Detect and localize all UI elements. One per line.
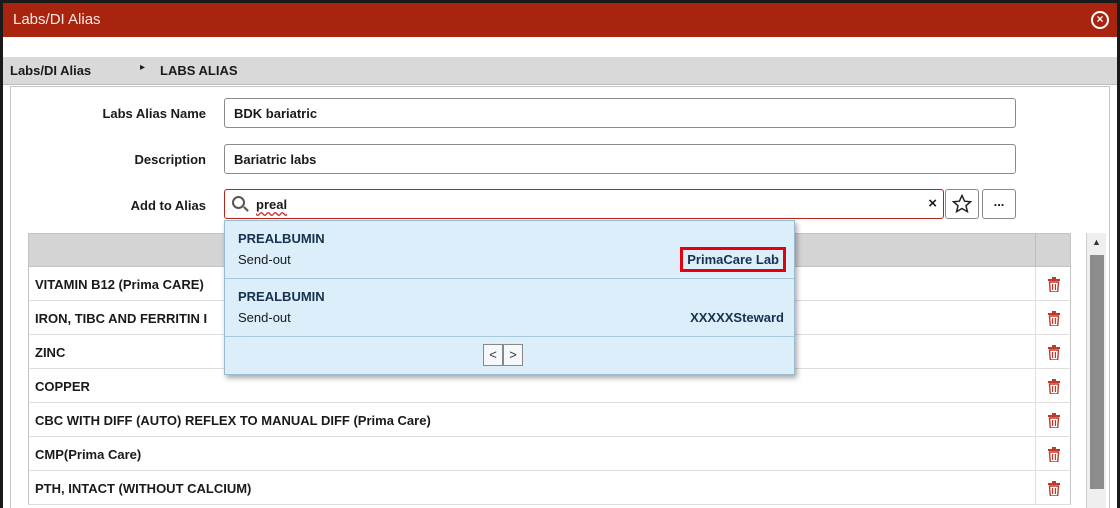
result-lab: PrimaCare Lab [680, 247, 786, 272]
next-page-button[interactable]: > [503, 344, 523, 366]
trash-icon[interactable] [1048, 277, 1060, 292]
result-name: PREALBUMIN [238, 231, 325, 246]
table-scrollbar[interactable]: ▲ [1086, 233, 1106, 508]
row-item-name: CBC WITH DIFF (AUTO) REFLEX TO MANUAL DI… [35, 413, 431, 428]
window-title: Labs/DI Alias [13, 11, 101, 28]
result-lab: XXXXXSteward [690, 310, 784, 325]
more-options-button[interactable]: ... [982, 189, 1016, 219]
scroll-up-icon[interactable]: ▲ [1092, 237, 1101, 247]
alias-name-value: BDK bariatric [234, 106, 318, 121]
trash-icon[interactable] [1048, 481, 1060, 496]
scrollbar-thumb[interactable] [1090, 255, 1104, 489]
column-divider [1035, 301, 1036, 334]
column-divider [1035, 471, 1036, 504]
star-icon [951, 193, 973, 214]
table-row: CMP(Prima Care) [28, 437, 1071, 471]
trash-icon[interactable] [1048, 413, 1060, 428]
row-item-name: COPPER [35, 379, 90, 394]
search-result-item[interactable]: PREALBUMIN Send-out XXXXXSteward [225, 279, 794, 336]
result-name: PREALBUMIN [238, 289, 325, 304]
trash-icon[interactable] [1048, 447, 1060, 462]
close-icon[interactable]: × [1091, 11, 1109, 29]
row-item-name: PTH, INTACT (WITHOUT CALCIUM) [35, 481, 252, 496]
column-divider [1035, 403, 1036, 436]
column-divider [1035, 369, 1036, 402]
add-to-alias-label: Add to Alias [130, 198, 206, 213]
table-row: PTH, INTACT (WITHOUT CALCIUM) [28, 471, 1071, 505]
breadcrumb-current: LABS ALIAS [160, 63, 238, 78]
alias-name-label: Labs Alias Name [102, 106, 206, 121]
description-field[interactable]: Bariatric labs [224, 144, 1016, 174]
search-icon [232, 196, 245, 209]
previous-page-button[interactable]: < [483, 344, 503, 366]
row-item-name: ZINC [35, 345, 66, 360]
result-type: Send-out [238, 252, 291, 267]
header-column-divider [1035, 234, 1036, 268]
more-options-label: ... [993, 194, 1005, 209]
favorite-button[interactable] [945, 189, 979, 219]
column-divider [1035, 267, 1036, 300]
results-pager: < > [483, 344, 535, 366]
description-value: Bariatric labs [234, 152, 317, 167]
result-type: Send-out [238, 310, 291, 325]
table-row: CBC WITH DIFF (AUTO) REFLEX TO MANUAL DI… [28, 403, 1071, 437]
column-divider [1035, 437, 1036, 470]
description-label: Description [134, 152, 206, 167]
add-to-alias-search-input[interactable]: preal × [224, 189, 944, 219]
clear-search-icon[interactable]: × [928, 195, 937, 212]
alias-name-field[interactable]: BDK bariatric [224, 98, 1016, 128]
row-item-name: CMP(Prima Care) [35, 447, 142, 462]
breadcrumb-separator-icon: ▸ [140, 62, 146, 73]
column-divider [1035, 335, 1036, 368]
search-result-item[interactable]: PREALBUMIN Send-out PrimaCare Lab [225, 221, 794, 278]
search-results-dropdown: PREALBUMIN Send-out PrimaCare Lab PREALB… [224, 220, 795, 375]
result-divider [225, 336, 794, 337]
window-titlebar: Labs/DI Alias × [3, 3, 1117, 37]
row-item-name: IRON, TIBC AND FERRITIN I [35, 311, 208, 326]
breadcrumb: Labs/DI Alias ▸ LABS ALIAS [3, 57, 1117, 85]
trash-icon[interactable] [1048, 379, 1060, 394]
trash-icon[interactable] [1048, 311, 1060, 326]
row-item-name: VITAMIN B12 (Prima CARE) [35, 277, 204, 292]
trash-icon[interactable] [1048, 345, 1060, 360]
breadcrumb-parent[interactable]: Labs/DI Alias [10, 63, 91, 78]
search-query-text: preal [256, 197, 288, 212]
